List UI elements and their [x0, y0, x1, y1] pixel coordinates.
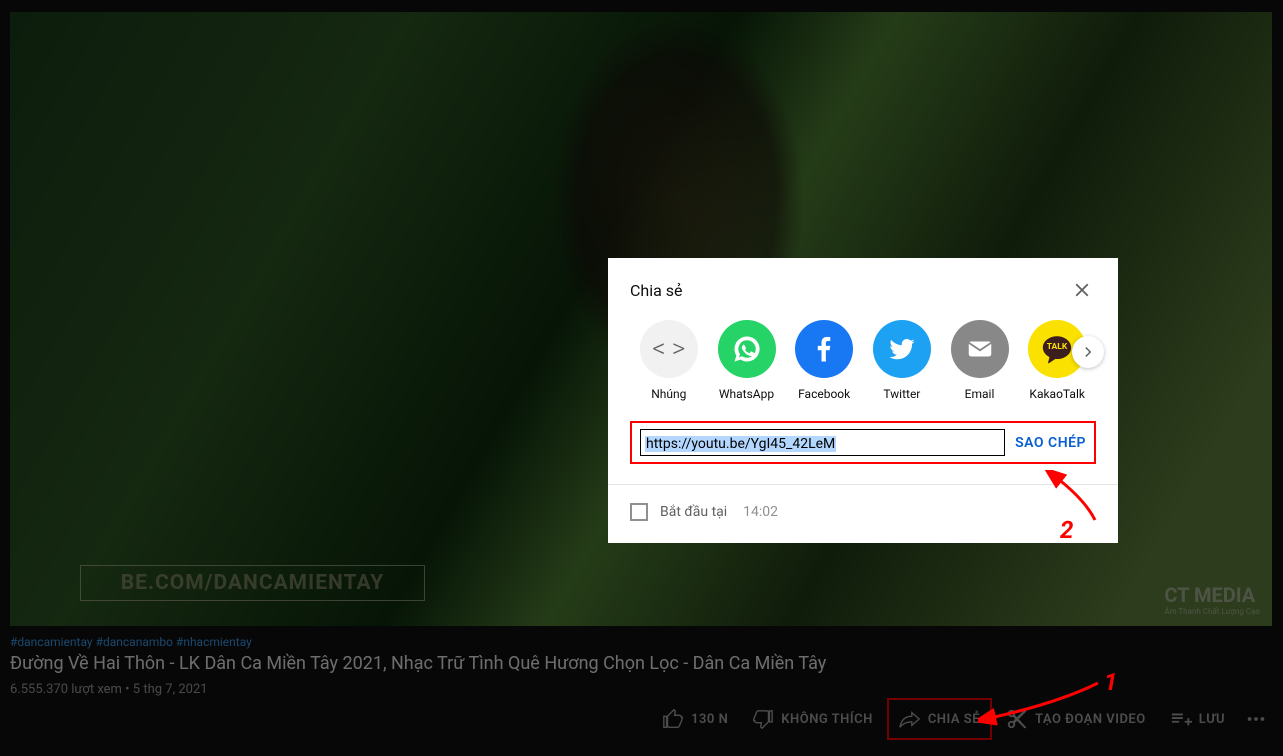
share-next-button[interactable]: [1072, 336, 1104, 368]
copy-url-row: https://youtu.be/YgI45_42LeM SAO CHÉP: [630, 421, 1096, 464]
facebook-label: Facebook: [798, 387, 850, 401]
close-button[interactable]: [1068, 276, 1096, 304]
twitter-icon: [873, 320, 931, 378]
email-icon: [951, 320, 1009, 378]
share-embed[interactable]: < > Nhúng: [630, 320, 708, 401]
facebook-icon: [795, 320, 853, 378]
modal-title: Chia sẻ: [630, 281, 683, 300]
start-at-label: Bắt đầu tại: [660, 504, 727, 520]
share-url-text: https://youtu.be/YgI45_42LeM: [645, 436, 836, 452]
share-modal: Chia sẻ < > Nhúng WhatsApp Facebook Twit…: [608, 258, 1118, 543]
whatsapp-icon: [718, 320, 776, 378]
svg-text:TALK: TALK: [1047, 342, 1068, 352]
share-facebook[interactable]: Facebook: [785, 320, 863, 401]
share-targets: < > Nhúng WhatsApp Facebook Twitter Em: [630, 320, 1096, 401]
kakao-label: KakaoTalk: [1029, 387, 1085, 401]
share-url-field[interactable]: https://youtu.be/YgI45_42LeM: [640, 429, 1005, 456]
embed-icon: < >: [640, 320, 698, 378]
copy-button[interactable]: SAO CHÉP: [1015, 435, 1086, 451]
close-icon: [1071, 279, 1093, 301]
divider: [608, 484, 1118, 485]
start-at-time: 14:02: [743, 504, 778, 520]
whatsapp-label: WhatsApp: [719, 387, 774, 401]
start-at-row: Bắt đầu tại 14:02: [630, 503, 1096, 521]
share-email[interactable]: Email: [941, 320, 1019, 401]
chevron-right-icon: [1079, 343, 1097, 361]
share-twitter[interactable]: Twitter: [863, 320, 941, 401]
share-whatsapp[interactable]: WhatsApp: [708, 320, 786, 401]
start-at-checkbox[interactable]: [630, 503, 648, 521]
email-label: Email: [965, 387, 995, 401]
embed-label: Nhúng: [651, 387, 686, 401]
twitter-label: Twitter: [883, 387, 920, 401]
